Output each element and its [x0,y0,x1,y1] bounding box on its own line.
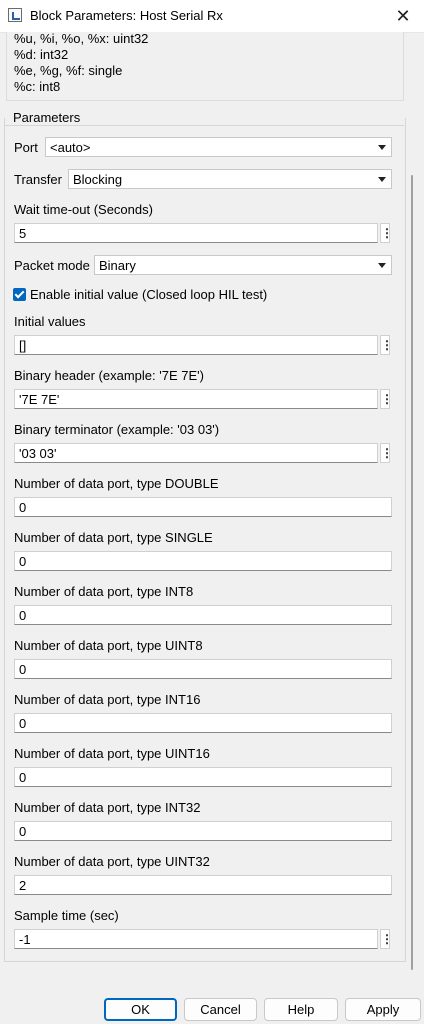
enable-initial-value-checkbox[interactable] [13,288,26,301]
port-uint16-input[interactable]: 0 [14,767,392,787]
port-int8-input[interactable]: 0 [14,605,392,625]
port-int32-label: Number of data port, type INT32 [14,800,201,815]
wait-timeout-menu-button[interactable]: ⋮ [380,223,393,243]
chevron-down-icon [378,145,386,150]
port-value: <auto> [50,140,91,155]
binary-terminator-input[interactable]: '03 03' [14,443,378,463]
initial-values-menu-button[interactable]: ⋮ [380,335,393,355]
port-single-label: Number of data port, type SINGLE [14,530,213,545]
binary-terminator-menu-button[interactable]: ⋮ [380,443,393,463]
binary-header-menu-button[interactable]: ⋮ [380,389,393,409]
cancel-button[interactable]: Cancel [184,998,257,1021]
description-line: %e, %g, %f: single [14,63,123,78]
port-int16-label: Number of data port, type INT16 [14,692,201,707]
chevron-down-icon [378,263,386,268]
port-single-input[interactable]: 0 [14,551,392,571]
description-panel: %u, %i, %o, %x: uint32 %d: int32 %e, %g,… [6,31,404,101]
sample-time-input[interactable]: -1 [14,929,378,949]
wait-timeout-input[interactable]: 5 [14,223,378,243]
wait-timeout-label: Wait time-out (Seconds) [14,202,153,217]
transfer-select[interactable]: Blocking [68,169,392,189]
packet-mode-value: Binary [99,258,136,273]
help-button[interactable]: Help [264,998,338,1021]
port-uint8-label: Number of data port, type UINT8 [14,638,203,653]
port-double-label: Number of data port, type DOUBLE [14,476,219,491]
port-uint8-input[interactable]: 0 [14,659,392,679]
binary-terminator-label: Binary terminator (example: '03 03') [14,422,220,437]
description-line: %c: int8 [14,79,61,94]
port-double-input[interactable]: 0 [14,497,392,517]
block-parameters-icon [8,8,22,22]
close-button[interactable]: ✕ [388,2,418,30]
window-title: Block Parameters: Host Serial Rx [30,8,223,23]
transfer-value: Blocking [73,172,123,187]
apply-button[interactable]: Apply [345,998,421,1021]
packet-mode-label: Packet mode [14,258,90,273]
chevron-down-icon [378,177,386,182]
enable-initial-value-label: Enable initial value (Closed loop HIL te… [30,287,268,302]
packet-mode-select[interactable]: Binary [94,255,392,275]
port-int8-label: Number of data port, type INT8 [14,584,194,599]
binary-header-label: Binary header (example: '7E 7E') [14,368,204,383]
ok-button[interactable]: OK [104,998,177,1021]
transfer-label: Transfer [14,172,62,187]
scrollbar-thumb[interactable] [411,175,413,970]
sample-time-label: Sample time (sec) [14,908,119,923]
port-select[interactable]: <auto> [45,137,392,157]
title-bar: Block Parameters: Host Serial Rx ✕ [0,0,424,33]
initial-values-label: Initial values [14,314,86,329]
port-uint32-input[interactable]: 2 [14,875,392,895]
port-int16-input[interactable]: 0 [14,713,392,733]
port-uint32-label: Number of data port, type UINT32 [14,854,210,869]
vertical-scrollbar[interactable] [409,175,415,970]
description-line: %u, %i, %o, %x: uint32 [14,31,149,46]
port-int32-input[interactable]: 0 [14,821,392,841]
description-line: %d: int32 [14,47,69,62]
binary-header-input[interactable]: '7E 7E' [14,389,378,409]
port-label: Port [14,140,38,155]
port-uint16-label: Number of data port, type UINT16 [14,746,210,761]
sample-time-menu-button[interactable]: ⋮ [380,929,393,949]
initial-values-input[interactable]: [] [14,335,378,355]
